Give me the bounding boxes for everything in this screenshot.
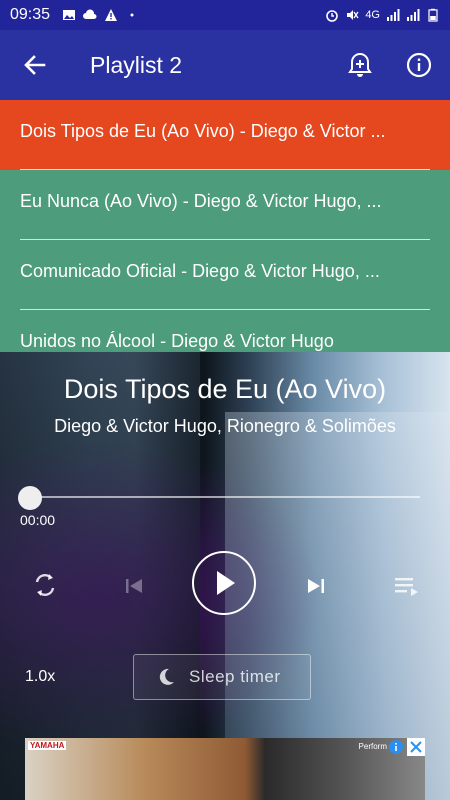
- network-type: 4G: [365, 9, 380, 21]
- alarm-icon: [326, 10, 339, 22]
- info-icon[interactable]: [406, 52, 432, 78]
- track-label: Unidos no Álcool - Diego & Victor Hugo: [20, 331, 334, 351]
- track-item[interactable]: Eu Nunca (Ao Vivo) - Diego & Victor Hugo…: [0, 170, 450, 240]
- skip-next-icon[interactable]: [304, 574, 328, 598]
- song-artist: Diego & Victor Hugo, Rionegro & Solimões: [54, 416, 396, 436]
- track-label: Eu Nunca (Ao Vivo) - Diego & Victor Hugo…: [20, 191, 382, 211]
- queue-icon[interactable]: [392, 572, 420, 600]
- playlist: Dois Tipos de Eu (Ao Vivo) - Diego & Vic…: [0, 100, 450, 352]
- sleep-timer-label: Sleep timer: [189, 667, 281, 686]
- skip-previous-icon[interactable]: [122, 574, 146, 598]
- play-icon: [217, 571, 235, 595]
- system-icons: 4G: [325, 0, 440, 30]
- app-bar: Playlist 2: [0, 30, 450, 100]
- repeat-icon[interactable]: [30, 570, 60, 600]
- player-panel: Dois Tipos de Eu (Ao Vivo) Diego & Victo…: [0, 352, 450, 800]
- ad-info-icon[interactable]: [389, 740, 403, 754]
- song-title: Dois Tipos de Eu (Ao Vivo): [63, 374, 387, 404]
- track-item[interactable]: Comunicado Oficial - Diego & Victor Hugo…: [0, 240, 450, 310]
- alarm-add-icon[interactable]: [347, 52, 373, 78]
- signal-2-icon: [407, 9, 420, 21]
- track-item[interactable]: Dois Tipos de Eu (Ao Vivo) - Diego & Vic…: [0, 100, 450, 170]
- page-title: Playlist 2: [90, 52, 183, 78]
- track-label: Comunicado Oficial - Diego & Victor Hugo…: [20, 261, 380, 281]
- ad-brand: YAMAHA: [28, 741, 67, 750]
- moon-icon: [159, 668, 174, 685]
- status-time: 09:35: [10, 6, 51, 23]
- track-item[interactable]: Unidos no Álcool - Diego & Victor Hugo: [0, 310, 450, 352]
- ad-banner[interactable]: YAMAHA Perform: [25, 738, 425, 800]
- notification-icons: [62, 8, 139, 22]
- signal-icon: [387, 9, 400, 21]
- mute-icon: [347, 10, 359, 20]
- playback-speed[interactable]: 1.0x: [25, 668, 55, 686]
- elapsed-time: 00:00: [20, 512, 56, 528]
- warning-icon: [105, 9, 118, 21]
- dot-icon: [130, 13, 134, 17]
- cloud-icon: [83, 9, 97, 19]
- track-label: Dois Tipos de Eu (Ao Vivo) - Diego & Vic…: [20, 121, 386, 141]
- image-icon: [63, 10, 76, 20]
- close-icon[interactable]: [407, 738, 425, 756]
- arrow-left-icon[interactable]: [22, 52, 48, 78]
- seek-bar[interactable]: [30, 496, 420, 498]
- play-button[interactable]: [192, 551, 256, 615]
- ad-text: Perform: [358, 742, 387, 751]
- sleep-timer-button[interactable]: Sleep timer: [133, 654, 311, 700]
- status-bar: 09:35 4G: [0, 0, 450, 30]
- seek-thumb[interactable]: [18, 486, 42, 510]
- battery-icon: [428, 8, 438, 22]
